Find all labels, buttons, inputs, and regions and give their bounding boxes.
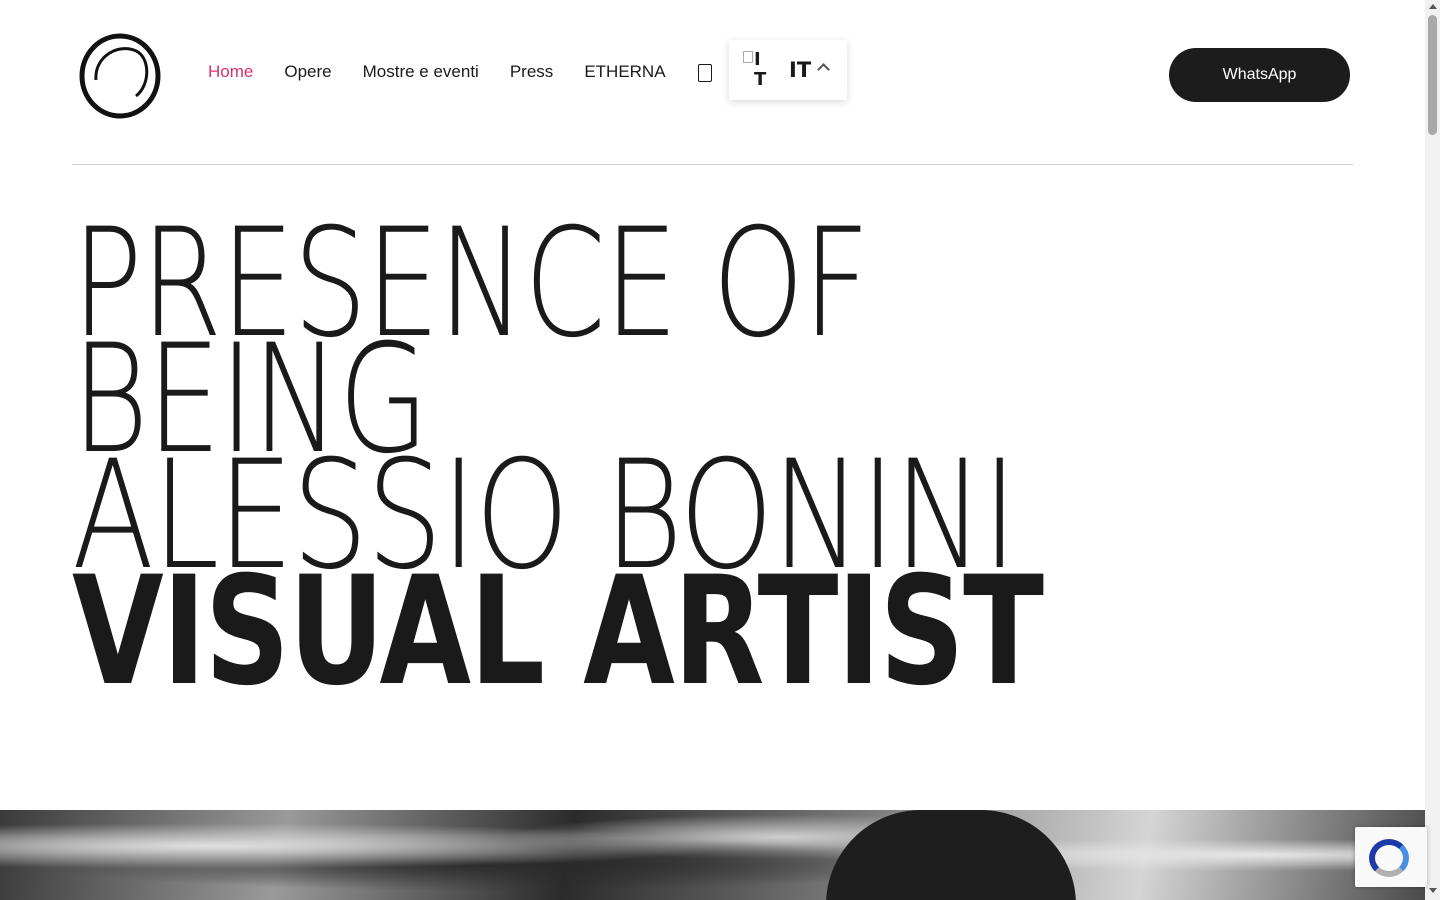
flag-alt-text: IT <box>754 49 767 90</box>
nav-item-etherna[interactable]: ETHERNA <box>584 60 665 84</box>
nav-item-home[interactable]: Home <box>208 60 253 84</box>
nav-item-press[interactable]: Press <box>510 60 553 84</box>
scroll-up-icon[interactable] <box>1429 4 1437 9</box>
site-header: Home Opere Mostre e eventi Press ETHERNA… <box>0 0 1425 165</box>
recaptcha-badge[interactable] <box>1355 827 1427 887</box>
search-icon[interactable] <box>697 64 712 82</box>
language-switcher[interactable]: IT IT <box>729 40 847 100</box>
scrollbar[interactable] <box>1425 0 1440 900</box>
hero-line-4: VISUAL ARTIST <box>72 545 1044 719</box>
hero-photo <box>0 810 1425 900</box>
flag-icon: IT <box>743 50 769 90</box>
whatsapp-button[interactable]: WhatsApp <box>1169 48 1350 102</box>
language-code: IT <box>789 58 812 82</box>
nav-item-opere[interactable]: Opere <box>284 60 331 84</box>
scroll-down-icon[interactable] <box>1429 888 1437 893</box>
chevron-up-icon <box>817 63 830 76</box>
logo[interactable] <box>76 30 164 120</box>
hero-title: PRESENCE OF BEING ALESSIO BONINI VISUAL … <box>72 209 1372 719</box>
main-nav: Home Opere Mostre e eventi Press ETHERNA <box>208 60 712 84</box>
artist-hat <box>826 810 1076 900</box>
nav-item-mostre-e-eventi[interactable]: Mostre e eventi <box>363 60 479 84</box>
recaptcha-icon <box>1369 839 1409 877</box>
scrollbar-thumb[interactable] <box>1428 15 1437 135</box>
header-divider <box>72 164 1353 165</box>
